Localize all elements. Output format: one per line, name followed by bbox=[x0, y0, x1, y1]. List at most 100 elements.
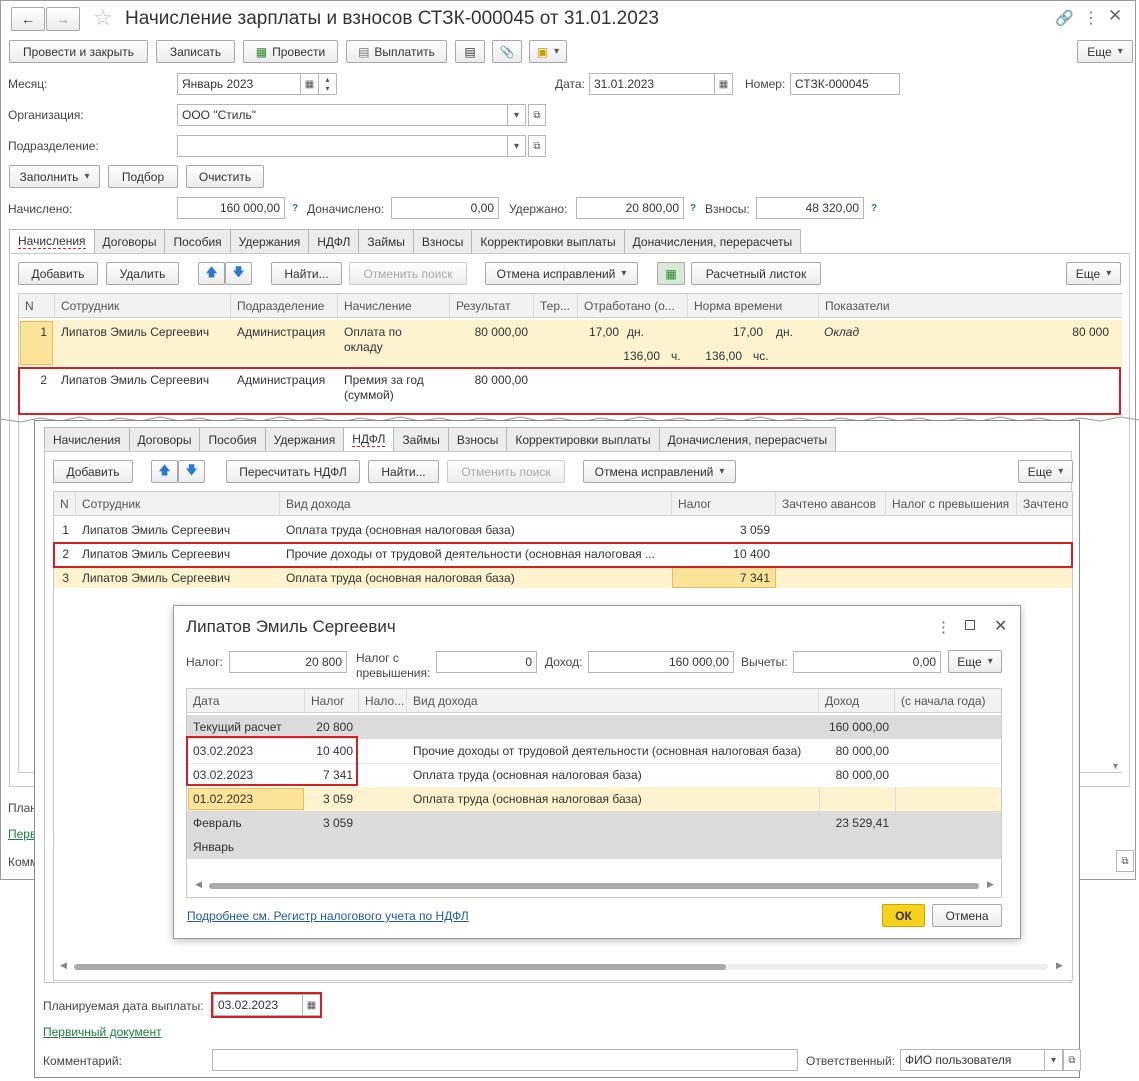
responsible-open-icon[interactable]: ⧉ bbox=[1063, 1049, 1081, 1071]
help-icon[interactable]: ? bbox=[690, 203, 696, 214]
menu-icon[interactable]: ⋮ bbox=[1083, 8, 1099, 28]
date-calendar-icon[interactable]: ▦ bbox=[715, 73, 733, 95]
dialog-more-button[interactable]: Еще bbox=[948, 650, 1002, 673]
col-worked[interactable]: Отработано (о... bbox=[578, 294, 688, 318]
tab-loans[interactable]: Займы bbox=[359, 229, 414, 254]
tab-ndfl[interactable]: НДФЛ bbox=[309, 229, 360, 254]
ndfl-move-up-button[interactable]: 🡅 bbox=[151, 460, 178, 483]
pay-button[interactable]: ▤ Выплатить bbox=[346, 40, 447, 63]
star-icon[interactable]: ☆ bbox=[93, 5, 113, 31]
pick-button[interactable]: Подбор bbox=[108, 165, 178, 188]
cancel-button[interactable]: Отмена bbox=[932, 904, 1002, 927]
move-down-button[interactable]: 🡇 bbox=[225, 262, 252, 285]
tab-benefits[interactable]: Пособия bbox=[165, 229, 231, 254]
ndfl-corrections-button[interactable]: Отмена исправлений bbox=[583, 460, 736, 483]
ndfl-move-down-button[interactable]: 🡇 bbox=[178, 460, 205, 483]
ndfl-more-button[interactable]: Еще bbox=[1018, 460, 1073, 483]
ndfl-cancel-find-button[interactable]: Отменить поиск bbox=[447, 460, 565, 483]
dept-dropdown-icon[interactable]: ▾ bbox=[508, 135, 526, 157]
month-input[interactable]: Январь 2023 bbox=[177, 73, 301, 95]
tab-contracts[interactable]: Договоры bbox=[129, 427, 201, 452]
number-input[interactable]: СТЗК-000045 bbox=[790, 73, 900, 95]
col-tax[interactable]: Налог bbox=[672, 492, 776, 516]
col-income-kind[interactable]: Вид дохода bbox=[407, 689, 819, 713]
tab-payment-corrections[interactable]: Корректировки выплаты bbox=[472, 229, 625, 254]
scroll-left-icon[interactable]: ◀ bbox=[60, 960, 67, 971]
ok-button[interactable]: ОК bbox=[882, 904, 925, 927]
acc-more-button[interactable]: Еще bbox=[1066, 262, 1121, 285]
fill-button[interactable]: Заполнить bbox=[9, 165, 100, 188]
dialog-close-icon[interactable]: ✕ bbox=[994, 616, 1007, 636]
col-tax[interactable]: Налог bbox=[305, 689, 359, 713]
bg-resp-open-icon[interactable]: ⧉ bbox=[1116, 850, 1134, 872]
attach-button[interactable]: 📎 bbox=[492, 40, 522, 63]
list-button[interactable]: ▤ bbox=[455, 40, 485, 63]
responsible-input[interactable]: ФИО пользователя bbox=[900, 1049, 1045, 1071]
dialog-menu-icon[interactable]: ⋮ bbox=[936, 618, 951, 636]
print-button[interactable]: ▣ bbox=[529, 40, 567, 63]
ndfl-find-button[interactable]: Найти... bbox=[368, 460, 439, 483]
tab-deductions[interactable]: Удержания bbox=[265, 427, 345, 452]
calendar-icon[interactable]: ▦ bbox=[301, 73, 319, 95]
close-icon[interactable]: ✕ bbox=[1108, 6, 1122, 26]
date-input[interactable]: 31.01.2023 bbox=[589, 73, 715, 95]
col-accrual[interactable]: Начисление bbox=[338, 294, 450, 318]
more-button[interactable]: Еще bbox=[1077, 40, 1133, 63]
clear-button[interactable]: Очистить bbox=[186, 165, 264, 188]
col-employee[interactable]: Сотрудник bbox=[55, 294, 231, 318]
scroll-thumb[interactable] bbox=[209, 883, 979, 889]
month-stepper[interactable]: ▴ ▾ bbox=[319, 73, 337, 95]
move-up-button[interactable]: 🡅 bbox=[198, 262, 225, 285]
tab-deductions[interactable]: Удержания bbox=[230, 229, 310, 254]
payslip-button[interactable]: Расчетный листок bbox=[691, 262, 821, 285]
back-button[interactable]: ← bbox=[11, 7, 45, 31]
help-icon[interactable]: ? bbox=[292, 203, 298, 214]
scroll-right-icon[interactable]: ▶ bbox=[987, 879, 994, 890]
col-result[interactable]: Результат bbox=[450, 294, 534, 318]
tab-contracts[interactable]: Договоры bbox=[94, 229, 166, 254]
col-tax-excess[interactable]: Налог с превышения bbox=[886, 492, 1017, 516]
save-button[interactable]: Записать bbox=[156, 40, 235, 63]
scroll-right-icon[interactable]: ▶ bbox=[1056, 960, 1063, 971]
recalc-ndfl-button[interactable]: Пересчитать НДФЛ bbox=[226, 460, 360, 483]
comment-input[interactable] bbox=[212, 1049, 798, 1071]
scroll-left-icon[interactable]: ◀ bbox=[195, 879, 202, 890]
delete-button[interactable]: Удалить bbox=[106, 262, 179, 285]
col-dept[interactable]: Подразделение bbox=[231, 294, 338, 318]
table-settings-button[interactable]: ▦ bbox=[657, 262, 685, 285]
horizontal-scrollbar[interactable] bbox=[74, 964, 1048, 970]
col-tax-short[interactable]: Нало... bbox=[359, 689, 407, 713]
col-since-year-start[interactable]: (с начала года) bbox=[895, 689, 1001, 713]
tab-recalculations[interactable]: Доначисления, перерасчеты bbox=[624, 229, 802, 254]
tab-benefits[interactable]: Пособия bbox=[200, 427, 266, 452]
tab-contributions[interactable]: Взносы bbox=[448, 427, 508, 452]
org-input[interactable]: ООО "Стиль" bbox=[177, 104, 508, 126]
primary-doc-link[interactable]: Первичный документ bbox=[43, 1025, 162, 1039]
tab-accruals[interactable]: Начисления bbox=[9, 229, 95, 254]
col-income[interactable]: Доход bbox=[819, 689, 895, 713]
org-open-icon[interactable]: ⧉ bbox=[528, 104, 546, 126]
tab-payment-corrections[interactable]: Корректировки выплаты bbox=[507, 427, 660, 452]
find-button[interactable]: Найти... bbox=[271, 262, 342, 285]
forward-button[interactable]: → bbox=[46, 7, 80, 31]
col-date[interactable]: Дата bbox=[187, 689, 305, 713]
col-credited[interactable]: Зачтено bbox=[1017, 492, 1072, 516]
tab-accruals[interactable]: Начисления bbox=[44, 427, 130, 452]
col-n[interactable]: N bbox=[54, 492, 76, 516]
post-button[interactable]: ▦ Провести bbox=[243, 40, 338, 63]
tab-ndfl[interactable]: НДФЛ bbox=[344, 427, 395, 452]
corrections-button[interactable]: Отмена исправлений bbox=[485, 262, 638, 285]
maximize-icon[interactable] bbox=[965, 620, 975, 630]
add-button[interactable]: Добавить bbox=[18, 262, 98, 285]
org-dropdown-icon[interactable]: ▾ bbox=[508, 104, 526, 126]
dept-input[interactable] bbox=[177, 135, 508, 157]
post-close-button[interactable]: Провести и закрыть bbox=[9, 40, 148, 63]
col-indicators[interactable]: Показатели bbox=[819, 294, 1122, 318]
col-employee[interactable]: Сотрудник bbox=[76, 492, 280, 516]
dialog-scrollbar[interactable] bbox=[209, 883, 979, 889]
help-icon[interactable]: ? bbox=[871, 203, 877, 214]
scroll-thumb[interactable] bbox=[74, 964, 726, 970]
responsible-dropdown-icon[interactable]: ▾ bbox=[1045, 1049, 1063, 1071]
scroll-down-icon[interactable]: ▼ bbox=[1111, 761, 1120, 771]
col-ter[interactable]: Тер... bbox=[534, 294, 578, 318]
